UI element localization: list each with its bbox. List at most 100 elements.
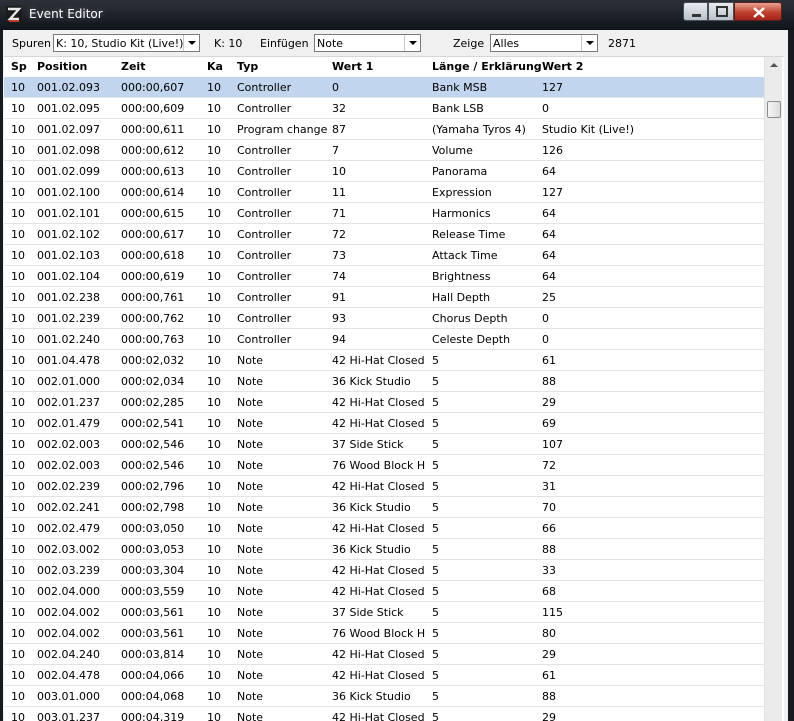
cell-sp: 10 [11, 459, 25, 472]
cell-laenge: Chorus Depth [432, 312, 508, 325]
cell-zeit: 000:03,050 [121, 522, 185, 535]
close-button[interactable] [734, 2, 782, 21]
table-row[interactable]: 10 002.04.478 000:04,066 10 Note 42 Hi-Hat Cl… [4, 665, 764, 686]
table-row[interactable]: 10 001.02.095 000:00,609 10 Controller 32 Bank… [4, 98, 764, 119]
cell-zeit: 000:04,066 [121, 669, 185, 682]
cell-ka: 10 [207, 543, 221, 556]
table-row[interactable]: 10 002.03.239 000:03,304 10 Note 42 Hi-Hat Cl… [4, 560, 764, 581]
column-header-position[interactable]: Position [37, 60, 87, 73]
cell-position: 001.02.098 [37, 144, 100, 157]
cell-typ: Controller [237, 144, 292, 157]
table-row[interactable]: 10 002.04.002 000:03,561 10 Note 37 Side Stic… [4, 602, 764, 623]
column-header-typ[interactable]: Typ [237, 60, 258, 73]
cell-wert1: 42 Hi-Hat Closed [332, 417, 425, 430]
scroll-up-arrow-icon[interactable] [766, 58, 782, 74]
cell-laenge: Attack Time [432, 249, 498, 262]
table-row[interactable]: 10 001.02.103 000:00,618 10 Controller 73 Atta… [4, 245, 764, 266]
table-row[interactable]: 10 001.02.239 000:00,762 10 Controller 93 Chor… [4, 308, 764, 329]
column-header-row: Sp Position Zeit Ka Typ Wert 1 Länge / E… [4, 57, 764, 77]
close-icon [753, 7, 765, 18]
cell-wert1: 42 Hi-Hat Closed [332, 522, 425, 535]
table-row[interactable]: 10 002.02.003 000:02,546 10 Note 76 Wood Bloc… [4, 455, 764, 476]
column-header-wert2[interactable]: Wert 2 [542, 60, 583, 73]
table-row[interactable]: 10 002.04.002 000:03,561 10 Note 76 Wood Bloc… [4, 623, 764, 644]
maximize-icon [716, 6, 728, 17]
cell-position: 001.02.240 [37, 333, 100, 346]
vertical-scrollbar[interactable] [764, 57, 782, 721]
chevron-down-icon[interactable] [581, 35, 597, 51]
table-row[interactable]: 10 001.04.478 000:02,032 10 Note 42 Hi-Hat Cl… [4, 350, 764, 371]
table-row[interactable]: 10 003.01.237 000:04,319 10 Note 42 Hi-Hat Cl… [4, 707, 764, 721]
cell-ka: 10 [207, 375, 221, 388]
cell-typ: Note [237, 564, 264, 577]
cell-wert2: 88 [542, 375, 556, 388]
table-row[interactable]: 10 003.01.000 000:04,068 10 Note 36 Kick Stud… [4, 686, 764, 707]
zeige-label: Zeige [453, 37, 485, 50]
cell-zeit: 000:00,615 [121, 207, 185, 220]
cell-sp: 10 [11, 270, 25, 283]
table-row[interactable]: 10 002.03.002 000:03,053 10 Note 36 Kick Stud… [4, 539, 764, 560]
table-row[interactable]: 10 001.02.101 000:00,615 10 Controller 71 Harm… [4, 203, 764, 224]
cell-wert2: Studio Kit (Live!) [542, 123, 635, 136]
title-bar[interactable]: Event Editor [0, 0, 794, 30]
cell-position: 002.02.479 [37, 522, 100, 535]
cell-wert1: 72 [332, 228, 346, 241]
cell-position: 002.02.239 [37, 480, 100, 493]
table-row[interactable]: 10 001.02.093 000:00,607 10 Controller 0 Bank … [4, 77, 764, 98]
column-header-ka[interactable]: Ka [207, 60, 223, 73]
column-header-laenge[interactable]: Länge / Erklärung [432, 60, 542, 73]
table-row[interactable]: 10 002.01.237 000:02,285 10 Note 42 Hi-Hat Cl… [4, 392, 764, 413]
cell-zeit: 000:00,619 [121, 270, 185, 283]
einfuegen-select[interactable]: Note [314, 34, 421, 52]
column-header-wert1[interactable]: Wert 1 [332, 60, 373, 73]
column-header-sp[interactable]: Sp [11, 60, 27, 73]
cell-typ: Note [237, 711, 264, 721]
cell-position: 001.02.100 [37, 186, 100, 199]
cell-wert2: 0 [542, 102, 549, 115]
cell-typ: Note [237, 627, 264, 640]
table-row[interactable]: 10 002.01.000 000:02,034 10 Note 36 Kick Stud… [4, 371, 764, 392]
maximize-button[interactable] [708, 2, 734, 21]
editor-client-area: Spuren K: 10, Studio Kit (Live!) K: 10 E… [3, 30, 788, 721]
chevron-down-icon[interactable] [404, 35, 420, 51]
cell-laenge: Volume [432, 144, 473, 157]
event-list[interactable]: Sp Position Zeit Ka Typ Wert 1 Länge / E… [4, 56, 784, 721]
minimize-button[interactable] [683, 2, 708, 21]
cell-wert2: 0 [542, 333, 549, 346]
table-row[interactable]: 10 001.02.098 000:00,612 10 Controller 7 Volum… [4, 140, 764, 161]
cell-typ: Controller [237, 249, 292, 262]
cell-zeit: 000:00,607 [121, 81, 185, 94]
table-row[interactable]: 10 001.02.238 000:00,761 10 Controller 91 Hall… [4, 287, 764, 308]
table-row[interactable]: 10 002.02.003 000:02,546 10 Note 37 Side Stic… [4, 434, 764, 455]
table-row[interactable]: 10 001.02.100 000:00,614 10 Controller 11 Expr… [4, 182, 764, 203]
cell-sp: 10 [11, 333, 25, 346]
cell-ka: 10 [207, 459, 221, 472]
table-row[interactable]: 10 001.02.102 000:00,617 10 Controller 72 Rele… [4, 224, 764, 245]
table-row[interactable]: 10 002.01.479 000:02,541 10 Note 42 Hi-Hat Cl… [4, 413, 764, 434]
cell-position: 001.02.239 [37, 312, 100, 325]
table-row[interactable]: 10 001.02.240 000:00,763 10 Controller 94 Cele… [4, 329, 764, 350]
scrollbar-thumb[interactable] [767, 101, 781, 118]
spuren-select[interactable]: K: 10, Studio Kit (Live!) [53, 34, 200, 52]
cell-wert2: 61 [542, 669, 556, 682]
cell-typ: Note [237, 396, 264, 409]
cell-wert1: 74 [332, 270, 346, 283]
cell-wert2: 88 [542, 543, 556, 556]
zeige-select[interactable]: Alles [490, 34, 598, 52]
cell-position: 002.04.000 [37, 585, 100, 598]
table-row[interactable]: 10 001.02.097 000:00,611 10 Program change 87… [4, 119, 764, 140]
table-row[interactable]: 10 002.02.241 000:02,798 10 Note 36 Kick Stud… [4, 497, 764, 518]
cell-wert2: 64 [542, 207, 556, 220]
table-row[interactable]: 10 001.02.104 000:00,619 10 Controller 74 Brig… [4, 266, 764, 287]
table-row[interactable]: 10 002.02.239 000:02,796 10 Note 42 Hi-Hat Cl… [4, 476, 764, 497]
z-app-icon [6, 6, 22, 23]
column-header-zeit[interactable]: Zeit [121, 60, 145, 73]
table-row[interactable]: 10 002.04.000 000:03,559 10 Note 42 Hi-Hat Cl… [4, 581, 764, 602]
table-row[interactable]: 10 002.04.240 000:03,814 10 Note 42 Hi-Hat Cl… [4, 644, 764, 665]
cell-zeit: 000:02,796 [121, 480, 185, 493]
cell-typ: Controller [237, 270, 292, 283]
cell-zeit: 000:00,614 [121, 186, 185, 199]
table-row[interactable]: 10 001.02.099 000:00,613 10 Controller 10 Pano… [4, 161, 764, 182]
chevron-down-icon[interactable] [183, 35, 199, 51]
table-row[interactable]: 10 002.02.479 000:03,050 10 Note 42 Hi-Hat Cl… [4, 518, 764, 539]
